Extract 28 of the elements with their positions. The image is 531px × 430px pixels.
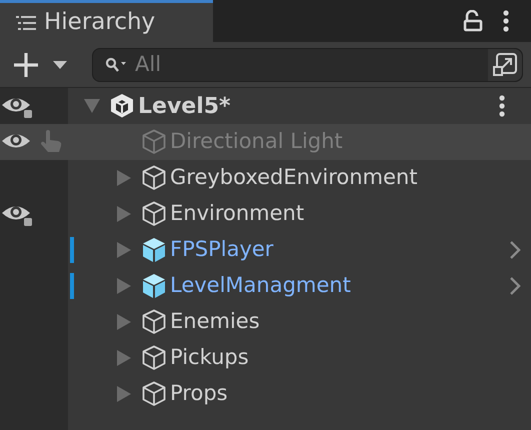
- object-name[interactable]: Environment: [170, 198, 304, 230]
- more-icon[interactable]: [499, 95, 505, 117]
- expand-icon[interactable]: [492, 52, 518, 78]
- expanded-arrow-icon[interactable]: [83, 98, 101, 114]
- collapsed-arrow-icon[interactable]: [116, 169, 132, 187]
- search-icon: [105, 56, 127, 72]
- collapsed-arrow-icon[interactable]: [116, 385, 132, 403]
- collapsed-arrow-icon[interactable]: [116, 241, 132, 259]
- object-name[interactable]: LevelManagment: [170, 270, 351, 302]
- collapsed-arrow-icon[interactable]: [116, 349, 132, 367]
- chevron-right-icon[interactable]: [509, 276, 521, 296]
- lock-icon[interactable]: [463, 10, 483, 32]
- object-name[interactable]: FPSPlayer: [170, 234, 274, 266]
- object-name[interactable]: GreyboxedEnvironment: [170, 162, 418, 194]
- caret-icon: [52, 60, 68, 70]
- scene-name[interactable]: Level5*: [138, 90, 231, 122]
- search-field[interactable]: All: [92, 48, 523, 82]
- object-name[interactable]: Props: [170, 378, 228, 410]
- collapsed-arrow-icon[interactable]: [116, 313, 132, 331]
- plus-icon: [12, 50, 40, 78]
- object-name[interactable]: Enemies: [170, 306, 260, 338]
- more-icon[interactable]: [503, 10, 509, 32]
- list-icon: [16, 14, 36, 30]
- object-name[interactable]: Pickups: [170, 342, 249, 374]
- collapsed-arrow-icon[interactable]: [116, 277, 132, 295]
- collapsed-arrow-icon[interactable]: [116, 205, 132, 223]
- chevron-right-icon[interactable]: [509, 240, 521, 260]
- hierarchy-tab[interactable]: Hierarchy: [0, 0, 213, 42]
